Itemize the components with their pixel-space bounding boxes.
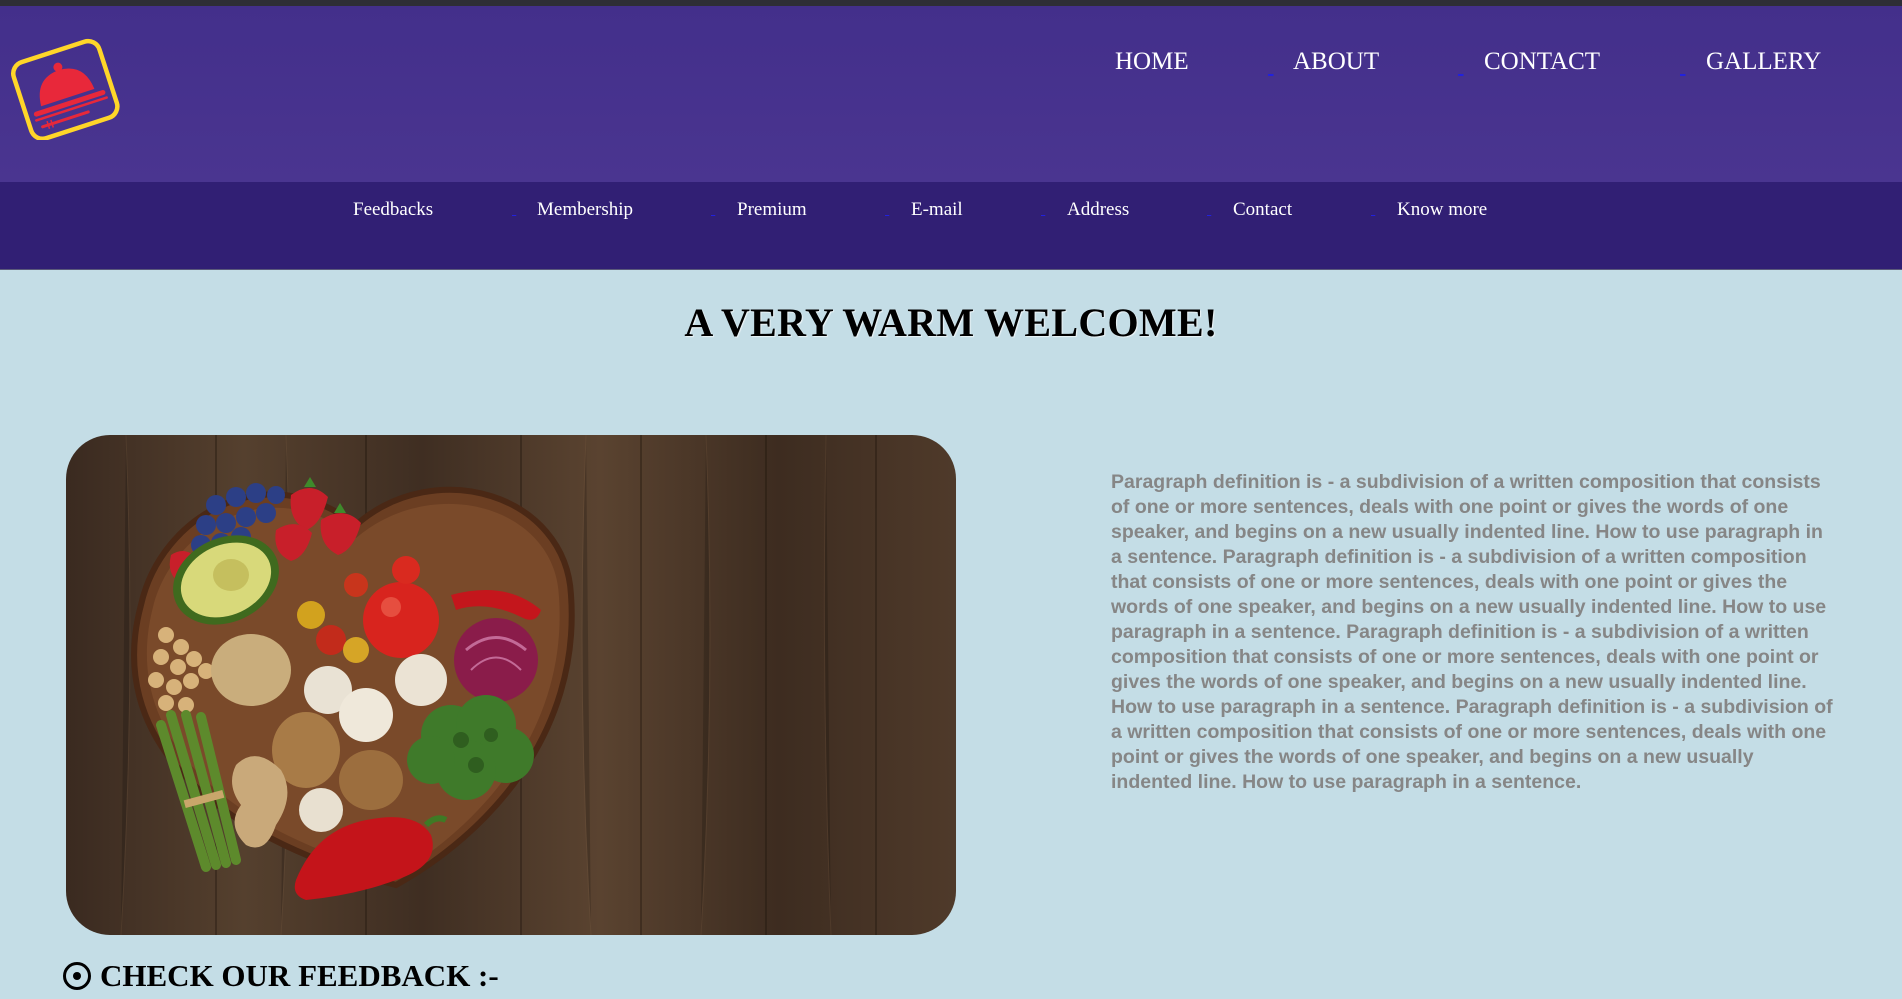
intro-paragraph: Paragraph definition is - a subdivision … (1111, 471, 1833, 793)
subnav-separator (1041, 199, 1045, 219)
nav-gallery-link[interactable]: GALLERY (1706, 48, 1821, 76)
main-nav: HOME ABOUT CONTACT GALLERY (1100, 48, 1880, 88)
nav-separator (1458, 52, 1464, 78)
subnav-membership-link[interactable]: Membership (537, 199, 633, 221)
subnav-separator (885, 199, 889, 219)
subnav-premium-link[interactable]: Premium (737, 199, 807, 221)
healthy-food-image (66, 435, 956, 935)
subnav-separator (1371, 199, 1375, 219)
subnav-email-link[interactable]: E-mail (911, 199, 963, 221)
subnav-address-link[interactable]: Address (1067, 199, 1129, 221)
subnav-separator (512, 199, 516, 219)
subnav-know-more-link[interactable]: Know more (1397, 199, 1487, 221)
feedback-heading: CHECK OUR FEEDBACK :- (62, 958, 499, 994)
subnav-separator (711, 199, 715, 219)
subnav-feedbacks-link[interactable]: Feedbacks (353, 199, 433, 221)
nav-separator (1680, 52, 1686, 78)
nav-about-link[interactable]: ABOUT (1293, 48, 1379, 76)
radio-target-icon (62, 961, 92, 991)
subnav-contact-link[interactable]: Contact (1233, 199, 1292, 221)
nav-home-link[interactable]: HOME (1115, 48, 1189, 76)
nav-separator (1268, 52, 1274, 78)
subnav-separator (1207, 199, 1211, 219)
feedback-heading-text: CHECK OUR FEEDBACK :- (100, 958, 499, 993)
secondary-nav: Feedbacks Membership Premium E-mail Addr… (0, 182, 1902, 270)
welcome-title: A VERY WARM WELCOME! (684, 300, 1218, 345)
nav-contact-link[interactable]: CONTACT (1484, 48, 1600, 76)
site-header: HOME ABOUT CONTACT GALLERY (0, 6, 1902, 182)
cloche-icon[interactable] (10, 38, 120, 142)
